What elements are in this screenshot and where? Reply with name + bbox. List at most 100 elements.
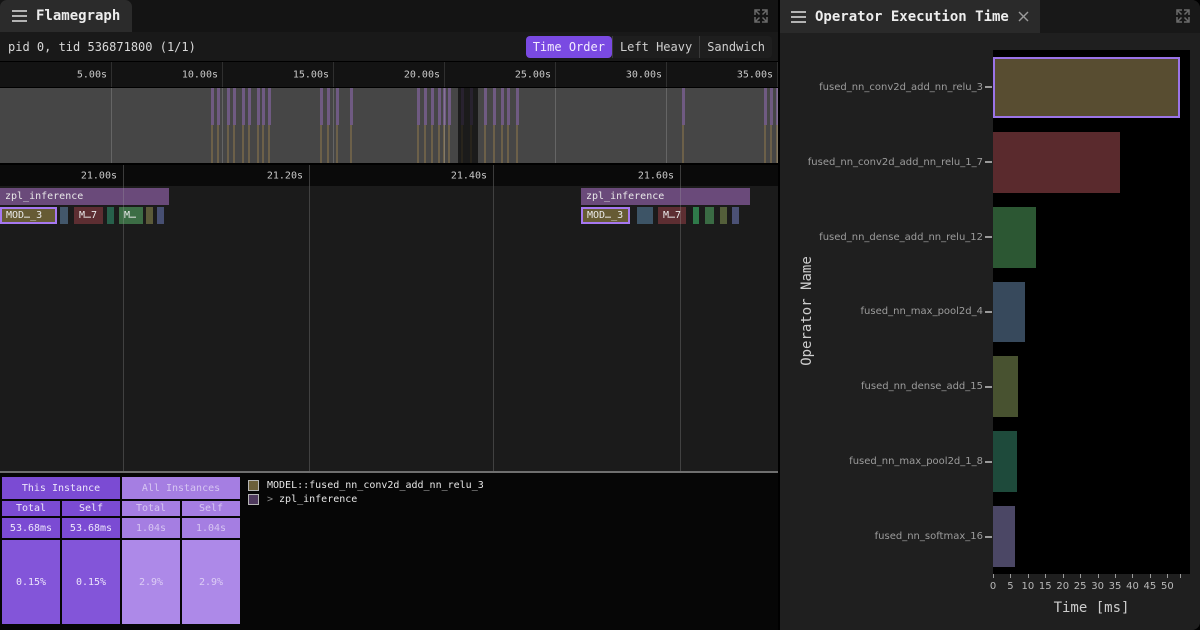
y-tick-mark <box>985 86 992 88</box>
close-icon[interactable] <box>1018 11 1029 22</box>
minimap-selection-window[interactable] <box>458 88 478 163</box>
x-tick-mark <box>1115 574 1116 578</box>
view-mode-time-order[interactable]: Time Order <box>526 36 612 58</box>
operator-label: fused_nn_dense_add_nn_relu_12 <box>780 200 983 275</box>
minimap-activity-spike <box>248 88 251 125</box>
view-mode-button-group: Time OrderLeft HeavySandwich <box>526 36 772 58</box>
flame-bar-span[interactable] <box>146 207 153 224</box>
flame-bar-MOD…_3[interactable]: MOD…_3 <box>0 207 57 224</box>
menu-icon[interactable] <box>791 11 806 23</box>
legend-item: MODEL::fused_nn_conv2d_add_nn_relu_3 <box>248 479 484 491</box>
panel-title: Flamegraph <box>36 8 120 24</box>
flame-bar-span[interactable] <box>107 207 114 224</box>
minimap-activity-spike <box>242 88 245 125</box>
flame-bar-span[interactable] <box>637 207 653 224</box>
minimap-activity-spike <box>417 125 419 163</box>
minimap-activity-spike <box>764 88 767 125</box>
stat-percentage-value: 0.15% <box>62 540 120 624</box>
minimap-activity-spike <box>217 88 220 125</box>
legend-swatch <box>248 494 259 505</box>
minimap-activity-spike <box>336 125 338 163</box>
flame-bar-span[interactable] <box>732 207 739 224</box>
flame-bar-M…7[interactable]: M…7 <box>658 207 686 224</box>
minimap-activity-spike <box>764 125 766 163</box>
minimap-activity-spike <box>268 88 271 125</box>
minimap-activity-spike <box>217 125 219 163</box>
operator-label: fused_nn_max_pool2d_4 <box>780 275 983 350</box>
grid-line <box>493 165 494 186</box>
x-tick-mark <box>1080 574 1081 578</box>
flamegraph-time-axis: 21.00s21.20s21.40s21.60s <box>0 165 778 186</box>
minimap-tick-label: 35.00s <box>737 69 773 80</box>
minimap-activity-spike <box>516 125 518 163</box>
stat-percentage-value: 2.9% <box>182 540 240 624</box>
legend-prefix: > <box>267 494 273 505</box>
view-mode-left-heavy[interactable]: Left Heavy <box>612 36 699 58</box>
grid-line <box>666 62 667 87</box>
operator-bar-fused_nn_conv2d_add_nn_relu_1_7[interactable] <box>993 132 1120 193</box>
flame-bar-M…7[interactable]: M…7 <box>74 207 103 224</box>
operator-label: fused_nn_max_pool2d_1_8 <box>780 424 983 499</box>
stat-column-header: Self <box>182 501 240 516</box>
minimap-activity-spike <box>336 88 339 125</box>
stat-percentage-value: 2.9% <box>122 540 180 624</box>
operator-label: fused_nn_softmax_16 <box>780 499 983 574</box>
minimap-tick-label: 30.00s <box>626 69 662 80</box>
x-tick-mark <box>1150 574 1151 578</box>
minimap-activity-spike <box>424 88 427 125</box>
flame-bar-span[interactable] <box>157 207 164 224</box>
flamegraph-titlebar: Flamegraph <box>0 0 778 32</box>
view-mode-sandwich[interactable]: Sandwich <box>699 36 772 58</box>
operator-bar-fused_nn_dense_add_nn_relu_12[interactable] <box>993 207 1036 268</box>
x-tick-mark <box>1132 574 1133 578</box>
grid-line <box>777 88 778 163</box>
operator-bar-fused_nn_max_pool2d_1_8[interactable] <box>993 431 1017 492</box>
minimap-tick-label: 20.00s <box>404 69 440 80</box>
flame-bar-span[interactable] <box>60 207 68 224</box>
stat-percentage-value: 0.15% <box>2 540 60 624</box>
flame-bar-MOD…_3[interactable]: MOD…_3 <box>581 207 630 224</box>
flame-bar-span[interactable] <box>693 207 699 224</box>
flame-bar-span[interactable] <box>705 207 714 224</box>
x-tick-mark <box>1098 574 1099 578</box>
minimap-activity-spike <box>268 125 270 163</box>
minimap-activity-spike <box>431 88 434 125</box>
flamegraph-canvas[interactable]: zpl_inferenceMOD…_3M…7M…zpl_inferenceMOD… <box>0 186 778 471</box>
flame-bar-zpl_inference[interactable]: zpl_inference <box>581 188 750 205</box>
grid-line <box>111 62 112 87</box>
grid-line <box>777 62 778 87</box>
expand-icon[interactable] <box>1174 7 1192 25</box>
stat-column-header: Self <box>62 501 120 516</box>
minimap-activity-spike <box>493 88 496 125</box>
grid-line <box>555 62 556 87</box>
minimap-activity-spike <box>682 88 685 125</box>
minimap-activity-spike <box>327 88 330 125</box>
minimap-activity-spike <box>320 125 322 163</box>
minimap-activity-spike <box>770 88 773 125</box>
operator-bar-fused_nn_max_pool2d_4[interactable] <box>993 282 1025 343</box>
stat-group-header: This Instance <box>2 477 120 499</box>
minimap-activity-spike <box>448 125 450 163</box>
stat-column-header: Total <box>122 501 180 516</box>
grid-line <box>666 88 667 163</box>
minimap-activity-spike <box>448 88 451 125</box>
y-tick-mark <box>985 461 992 463</box>
expand-icon[interactable] <box>752 7 770 25</box>
menu-icon[interactable] <box>12 10 27 22</box>
grid-line <box>493 186 494 471</box>
minimap-activity-spike <box>438 125 440 163</box>
operator-bar-fused_nn_softmax_16[interactable] <box>993 506 1015 567</box>
minimap-activity-spike <box>501 125 503 163</box>
stat-duration-value: 53.68ms <box>62 518 120 538</box>
y-tick-mark <box>985 536 992 538</box>
flamegraph-tab[interactable]: Flamegraph <box>0 0 132 32</box>
x-tick-mark <box>1167 574 1168 578</box>
flame-bar-zpl_inference[interactable]: zpl_inference <box>0 188 169 205</box>
flame-bar-span[interactable] <box>720 207 727 224</box>
legend-label: MODEL::fused_nn_conv2d_add_nn_relu_3 <box>267 480 484 491</box>
operator-bar-fused_nn_conv2d_add_nn_relu_3[interactable] <box>993 57 1180 118</box>
timeline-minimap[interactable] <box>0 88 778 165</box>
chart-tab[interactable]: Operator Execution Time <box>780 0 1040 33</box>
operator-bar-fused_nn_dense_add_15[interactable] <box>993 356 1018 417</box>
minimap-tick-label: 10.00s <box>182 69 218 80</box>
